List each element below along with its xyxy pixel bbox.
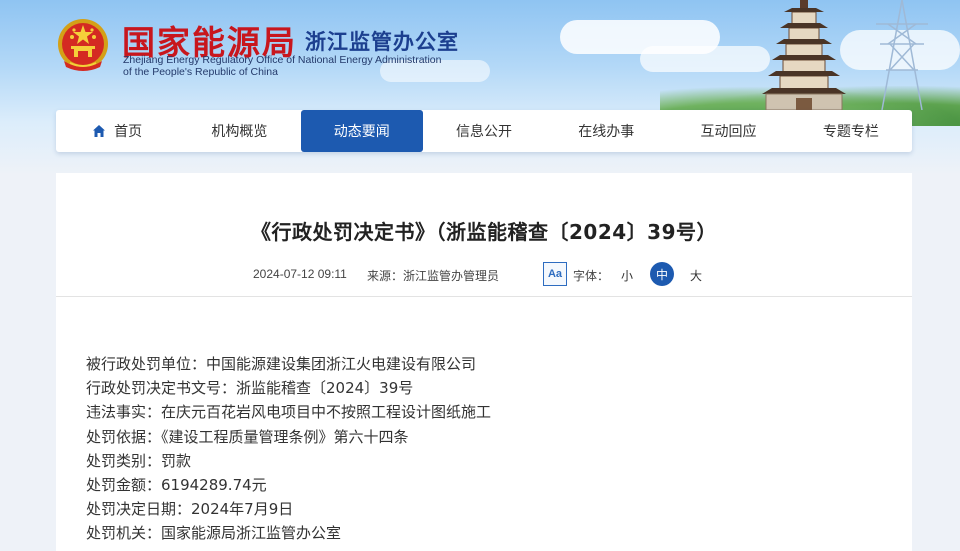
home-icon <box>93 125 106 137</box>
font-size-toggle-button[interactable]: Aa <box>543 262 567 286</box>
nav-item-interaction[interactable]: 互动回应 <box>667 110 789 152</box>
main-nav: 首页 机构概览 动态要闻 信息公开 在线办事 互动回应 专题专栏 <box>56 110 912 152</box>
article-title: 《行政处罚决定书》（浙监能稽查〔2024〕39号） <box>251 220 717 244</box>
font-size-medium-button[interactable]: 中 <box>650 262 674 286</box>
nav-item-label: 专题专栏 <box>822 124 879 140</box>
english-name: Zhejiang Energy Regulatory Office of Nat… <box>123 54 523 78</box>
nav-item-services[interactable]: 在线办事 <box>545 110 667 152</box>
font-size-small-button[interactable]: 小 <box>621 267 633 284</box>
nav-item-info[interactable]: 信息公开 <box>423 110 545 152</box>
english-name-line2: of the People's Republic of China <box>123 66 278 78</box>
body-line-violation-facts: 违法事实：在庆元百花岩风电项目中不按照工程设计图纸施工 <box>86 403 492 422</box>
font-size-large-button[interactable]: 大 <box>690 267 702 284</box>
national-emblem-logo <box>58 19 108 71</box>
body-line-penalty-authority: 处罚机关：国家能源局浙江监管办公室 <box>86 524 342 543</box>
english-name-line1: Zhejiang Energy Regulatory Office of Nat… <box>123 54 442 66</box>
pagoda-illustration <box>762 0 846 111</box>
publish-date: 2024-07-12 09:11 <box>253 267 347 281</box>
body-line-penalty-amount: 处罚金额：6194289.74元 <box>86 476 267 495</box>
nav-item-home[interactable]: 首页 <box>56 110 178 152</box>
article-body: 被行政处罚单位：中国能源建设集团浙江火电建设有限公司 行政处罚决定书文号：浙监能… <box>86 352 491 546</box>
nav-item-topics[interactable]: 专题专栏 <box>790 110 912 152</box>
cloud-decoration <box>640 46 770 72</box>
article-card: 《行政处罚决定书》（浙监能稽查〔2024〕39号） 2024-07-12 09:… <box>56 173 912 551</box>
body-line-penalized-unit: 被行政处罚单位：中国能源建设集团浙江火电建设有限公司 <box>86 355 477 373</box>
nav-item-label: 首页 <box>114 124 143 140</box>
nav-item-label: 信息公开 <box>455 124 512 140</box>
body-line-penalty-type: 处罚类别：罚款 <box>86 451 192 470</box>
nav-item-about[interactable]: 机构概览 <box>178 110 300 152</box>
office-name: 浙江监管办公室 <box>305 30 459 54</box>
nav-item-label: 互动回应 <box>700 124 757 140</box>
body-line-decision-date: 处罚决定日期：2024年7月9日 <box>86 500 294 519</box>
power-tower-illustration <box>876 0 928 110</box>
nav-item-news[interactable]: 动态要闻 <box>300 110 423 152</box>
divider <box>56 296 912 297</box>
font-size-label: 字体： <box>573 269 610 283</box>
body-line-decision-number: 行政处罚决定书文号：浙监能稽查〔2024〕39号 <box>86 379 414 398</box>
article-meta: 2024-07-12 09:11 来源：浙江监管办管理员 Aa 字体： 小 中 … <box>56 261 912 287</box>
body-line-legal-basis: 处罚依据：《建设工程质量管理条例》第六十四条 <box>86 427 409 446</box>
article-source: 来源：浙江监管办管理员 <box>367 269 500 283</box>
nav-item-label: 机构概览 <box>211 124 268 140</box>
nav-item-label: 动态要闻 <box>333 124 390 140</box>
nav-item-label: 在线办事 <box>578 124 635 140</box>
